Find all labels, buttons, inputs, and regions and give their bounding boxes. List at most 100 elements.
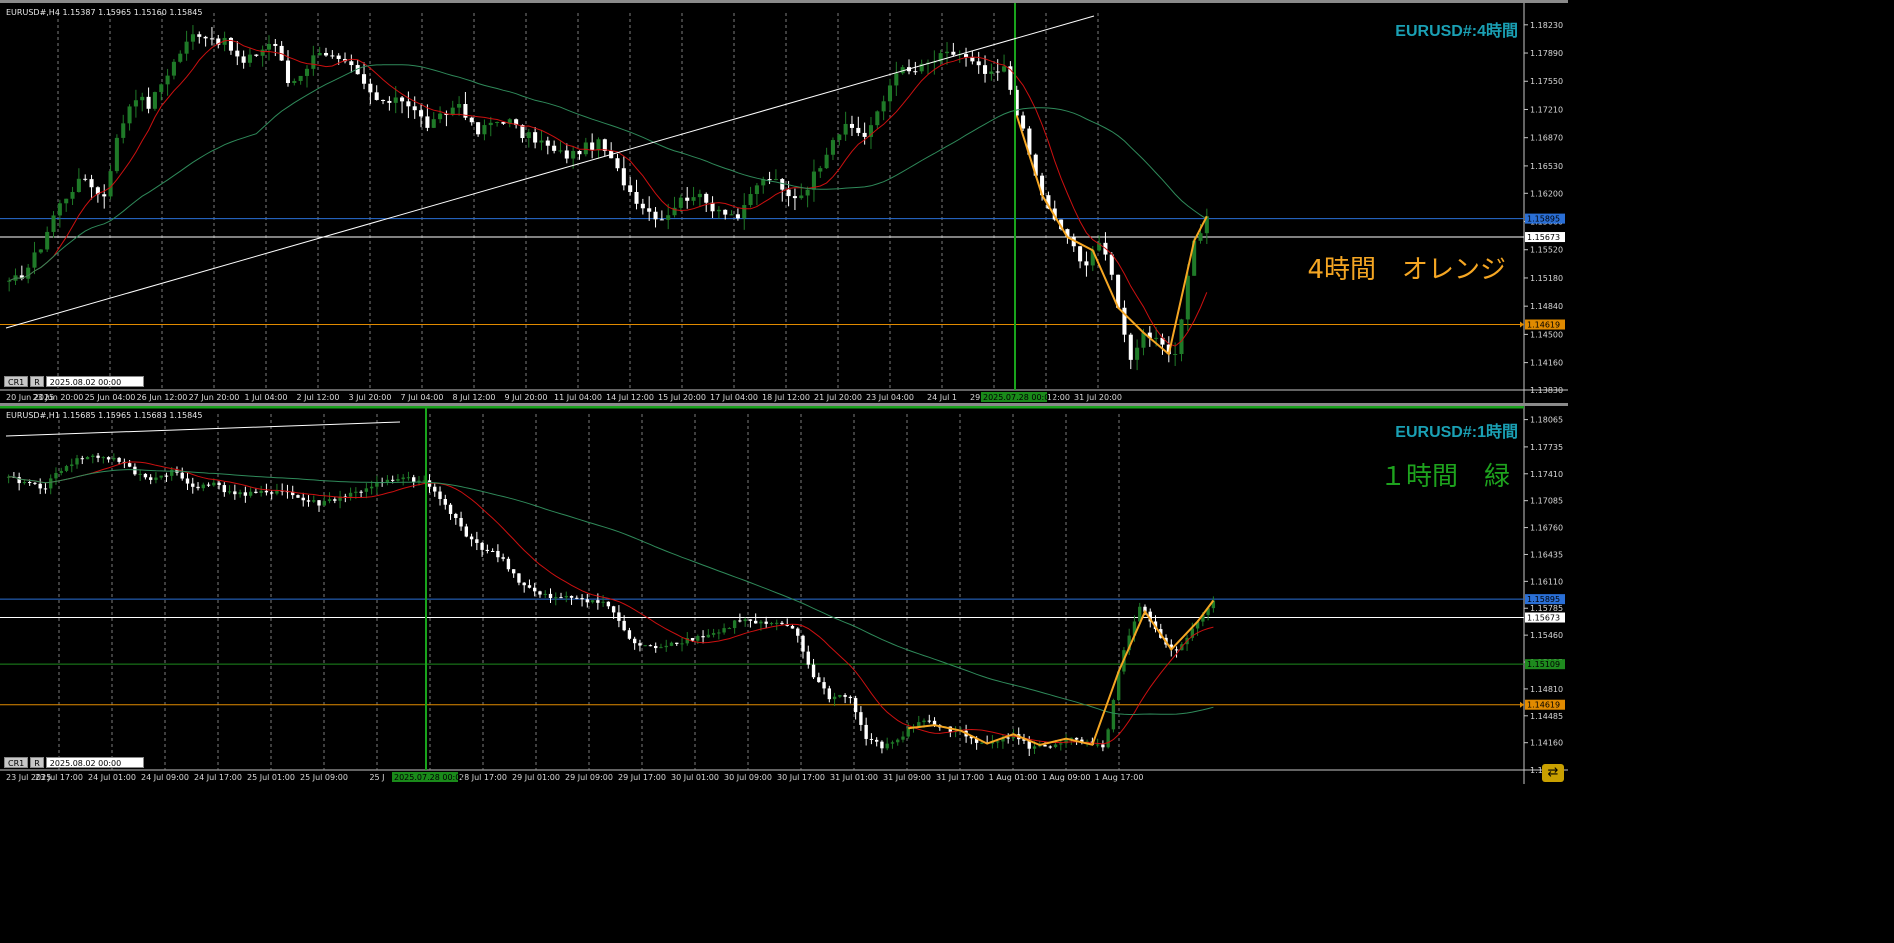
candle-body [443, 498, 447, 505]
candle-body [191, 483, 195, 487]
r-label: R [30, 376, 44, 387]
candle-body [495, 122, 500, 124]
time-tick-label: 1 Jul 04:00 [245, 393, 288, 402]
candle-body [327, 499, 332, 502]
candle-body [7, 280, 12, 282]
time-tick-label: 25 J [369, 773, 384, 782]
candle-body [545, 140, 550, 146]
candle-body [336, 55, 341, 59]
candle-body [799, 195, 804, 199]
candle-body [349, 61, 354, 66]
candle-body [138, 473, 142, 475]
candle-body [359, 491, 363, 493]
chart-canvas-h1[interactable]: 1.18065 1.17735 1.17410 1.17085 1.16760 1.164… [0, 406, 1568, 784]
price-tick-label: 1.15520 [1530, 246, 1563, 255]
time-tick-label: 1 Aug 17:00 [1095, 773, 1144, 782]
candle-body [824, 154, 829, 169]
time-tick-label: 24 Jul 09:00 [141, 773, 189, 782]
candle-body [880, 741, 884, 749]
price-tick-label: 1.17550 [1530, 77, 1563, 86]
candle-body [769, 623, 774, 625]
candle-body [45, 231, 50, 250]
scroll-toggle-icon[interactable]: ⇄ [1542, 764, 1564, 782]
candle-body [606, 601, 611, 607]
candle-body [634, 192, 639, 204]
candle-body [369, 486, 374, 489]
candle-body [306, 500, 311, 502]
candle-body [583, 142, 588, 155]
candle-body [822, 682, 826, 689]
candle-body [527, 585, 532, 588]
candle-body [853, 698, 858, 713]
candle-body [438, 113, 443, 120]
candle-body [564, 150, 569, 159]
candle-body [148, 477, 153, 480]
candle-body [1059, 743, 1063, 745]
candle-body [520, 124, 525, 139]
candle-body [273, 43, 278, 46]
price-tick-label: 1.16200 [1530, 189, 1563, 198]
candle-body [459, 517, 463, 527]
trend-line [5, 15, 1095, 329]
price-tick-label: 1.14840 [1530, 302, 1563, 311]
candle-body [33, 482, 37, 484]
time-tick-label: 15 Jul 20:00 [658, 393, 706, 402]
candle-body [476, 122, 481, 135]
candle-body [317, 52, 322, 56]
candle-body [704, 193, 709, 203]
moving-average-green [8, 469, 1214, 715]
candle-body [767, 179, 772, 181]
candle-body [827, 688, 832, 700]
candle-body [127, 106, 132, 124]
candle-body [659, 647, 663, 649]
candle-body [818, 168, 823, 172]
candle-body [330, 55, 335, 57]
time-tick-label: 31 Jul 17:00 [936, 773, 984, 782]
candle-body [64, 466, 69, 471]
candle-body [862, 132, 867, 137]
candle-body [185, 478, 190, 484]
candle-body [197, 34, 202, 37]
chart-canvas-h4[interactable]: 1.18230 1.17890 1.17550 1.17210 1.16870 1.165… [0, 3, 1568, 404]
time-tick-label: 24 Jul 1 [927, 393, 957, 402]
candle-body [738, 620, 742, 622]
candle-body [538, 591, 542, 595]
chart-pane-h4[interactable]: 1.18230 1.17890 1.17550 1.17210 1.16870 1.165… [0, 0, 1568, 404]
candle-body [496, 551, 500, 558]
candle-body [621, 168, 626, 186]
candle-body [431, 119, 436, 128]
time-tick-label: 14 Jul 12:00 [606, 393, 654, 402]
time-tick-label: 29 Jul 09:00 [565, 773, 613, 782]
candle-body [780, 622, 784, 625]
r-label: R [30, 757, 44, 768]
candle-body [241, 56, 246, 63]
candle-body [691, 197, 696, 201]
time-tick-label: 23 Jul 17:00 [35, 773, 83, 782]
candle-body [543, 593, 547, 595]
candle-body [843, 695, 847, 697]
candle-body [875, 111, 880, 126]
candle-body [995, 71, 1000, 73]
candle-body [522, 582, 526, 586]
candle-body [243, 492, 248, 496]
chart-pane-h1[interactable]: 1.18065 1.17735 1.17410 1.17085 1.16760 1.164… [0, 403, 1568, 784]
moving-average-green [9, 64, 1208, 282]
price-tick-label: 1.17085 [1530, 497, 1563, 506]
candle-body [64, 198, 69, 204]
candle-body [201, 484, 205, 489]
candle-body [121, 123, 126, 138]
candle-body [864, 724, 868, 739]
candle-body [91, 455, 95, 458]
candle-body [254, 491, 258, 493]
candle-body [425, 116, 430, 128]
candle-body [438, 491, 442, 499]
zigzag-line [908, 599, 1215, 747]
candle-body [485, 549, 490, 551]
candle-body [980, 742, 984, 744]
candle-body [559, 597, 563, 599]
candle-body [457, 104, 462, 108]
candle-body [26, 267, 31, 279]
candle-body [406, 101, 411, 107]
candle-body [102, 194, 107, 197]
candle-body [38, 249, 43, 253]
